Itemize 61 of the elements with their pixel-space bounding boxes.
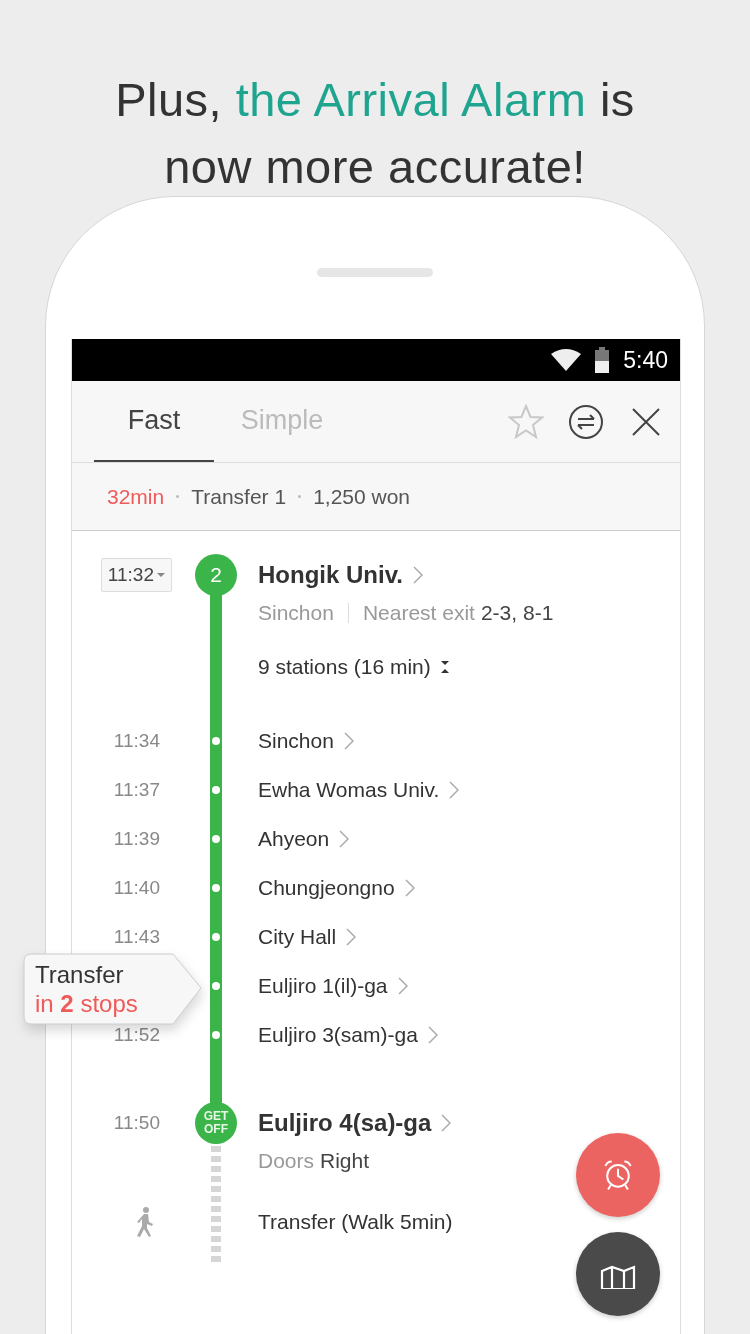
doors-label: Doors — [258, 1149, 315, 1173]
walking-person-icon — [134, 1207, 154, 1237]
star-icon[interactable] — [508, 403, 544, 440]
stop-name[interactable]: Euljiro 1(il)-ga — [258, 973, 388, 998]
doors-side: Right — [320, 1149, 370, 1173]
chevron-icon — [449, 780, 460, 799]
chevron-icon — [339, 829, 350, 848]
chevron-icon — [404, 878, 415, 897]
exit-label: Nearest exit — [362, 601, 475, 625]
exit-numbers: 2-3, 8-1 — [480, 601, 554, 625]
stop-name[interactable]: City Hall — [258, 924, 337, 949]
station-name[interactable]: Hongik Univ. — [258, 561, 403, 589]
line-badge: 2 — [195, 554, 237, 596]
separator-dot — [176, 495, 180, 498]
battery-icon — [595, 347, 610, 373]
stop-time: 11:52 — [113, 1023, 160, 1046]
stop-dot — [212, 736, 220, 745]
map-button[interactable] — [576, 1232, 660, 1316]
collapse-icon[interactable] — [440, 661, 449, 673]
stop-time: 11:34 — [113, 729, 160, 752]
stations-toggle[interactable]: 9 stations (16 min) — [258, 655, 431, 679]
stop-name[interactable]: Chungjeongno — [258, 875, 395, 900]
duration: 32min — [107, 484, 165, 509]
stop-dot — [212, 981, 220, 990]
stop-name[interactable]: Ewha Womas Univ. — [258, 777, 440, 802]
alarm-button[interactable] — [576, 1133, 660, 1217]
walk-transfer: Transfer (Walk 5min) — [258, 1210, 453, 1234]
stop-name[interactable]: Euljiro 3(sam)-ga — [258, 1022, 418, 1047]
stop-dot — [212, 1030, 220, 1039]
caret-icon — [157, 573, 165, 577]
fare: 1,250 won — [313, 484, 411, 509]
chevron-icon — [441, 1114, 452, 1132]
departure-time-select[interactable]: 11:32 — [100, 558, 172, 592]
callout-text: in 2 stops — [35, 989, 139, 1018]
transfer-count: Transfer 1 — [191, 484, 287, 509]
callout-title: Transfer — [35, 960, 125, 989]
clock: 5:40 — [623, 346, 668, 374]
stop-dot — [212, 883, 220, 892]
get-off-badge: GET OFF — [195, 1102, 237, 1144]
chevron-icon — [412, 566, 423, 584]
chevron-icon — [397, 976, 408, 995]
stop-time: 11:40 — [113, 876, 160, 899]
station-name[interactable]: Euljiro 4(sa)-ga — [258, 1109, 432, 1137]
stop-name[interactable]: Ahyeon — [258, 826, 330, 851]
chevron-icon — [346, 927, 357, 946]
headline: Plus, the Arrival Alarm is — [115, 72, 635, 128]
chevron-icon — [343, 731, 354, 750]
stop-name[interactable]: Sinchon — [258, 728, 334, 753]
direction: Sinchon — [258, 601, 334, 625]
headline: now more accurate! — [164, 139, 586, 195]
swap-icon[interactable] — [568, 403, 604, 440]
stop-time: 11:39 — [113, 827, 160, 850]
stop-dot — [212, 785, 220, 794]
wifi-icon — [551, 349, 582, 371]
chevron-icon — [427, 1025, 438, 1044]
separator-dot — [298, 495, 302, 498]
stop-time: 11:43 — [113, 925, 160, 948]
stop-time: 11:37 — [113, 778, 160, 801]
stop-dot — [212, 932, 220, 941]
stop-dot — [212, 834, 220, 843]
arrival-time: 11:50 — [113, 1112, 160, 1134]
